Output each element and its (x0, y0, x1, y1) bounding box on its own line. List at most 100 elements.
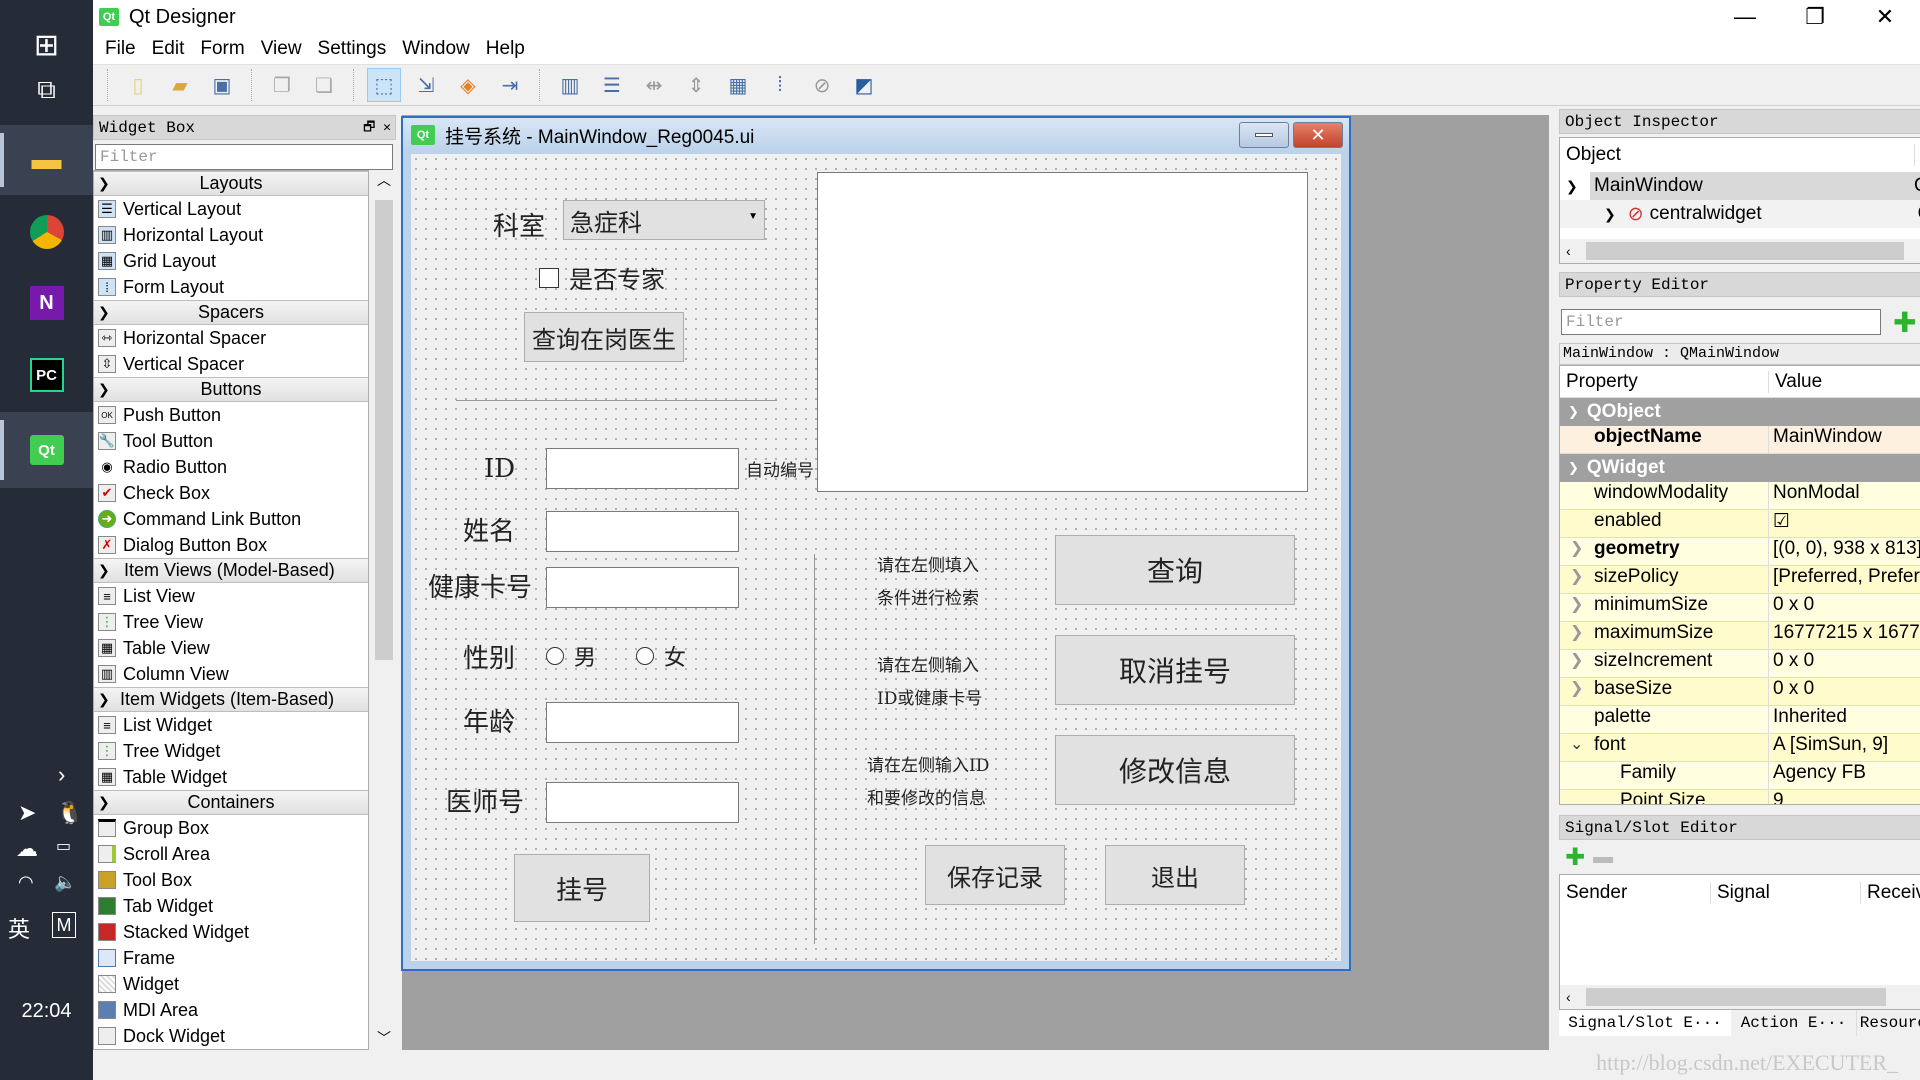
gender-female-radio[interactable]: 女 (636, 640, 686, 672)
property-value[interactable]: [(0, 0), 938 x 813] (1768, 538, 1920, 565)
qq-icon[interactable]: 🐧 (56, 800, 83, 826)
paper-plane-icon[interactable]: ➤ (18, 800, 36, 826)
connections-horizontal-scrollbar[interactable]: ‹› (1560, 985, 1920, 1009)
widget-list-widget[interactable]: ≡ List Widget (94, 712, 368, 738)
widget-column-view[interactable]: ▥ Column View (94, 661, 368, 687)
widget-tree-widget[interactable]: ⋮ Tree Widget (94, 738, 368, 764)
cancel-registration-button[interactable]: 取消挂号 (1055, 635, 1295, 705)
clock[interactable]: 22:04 (0, 1000, 93, 1023)
widget-list-view[interactable]: ≡ List View (94, 583, 368, 609)
break-layout-icon[interactable]: ⊘ (805, 68, 839, 102)
property-row[interactable]: ❯ sizePolicy [Preferred, Preferred, ... (1560, 566, 1920, 594)
widget-stacked-widget[interactable]: Stacked Widget (94, 919, 368, 945)
gender-male-radio[interactable]: 男 (546, 640, 596, 672)
ime-language-indicator[interactable]: 英 (8, 912, 30, 944)
property-row[interactable]: ❯ sizeIncrement 0 x 0 (1560, 650, 1920, 678)
open-folder-icon[interactable]: ▰ (163, 68, 197, 102)
property-row[interactable]: Point Size 9 (1560, 790, 1920, 804)
add-dynamic-property-icon[interactable]: ✚ (1893, 306, 1916, 339)
widget-form-layout[interactable]: ⁞ Form Layout (94, 274, 368, 300)
health-card-input[interactable] (546, 567, 739, 608)
tab-action-editor[interactable]: Action E··· (1731, 1010, 1857, 1036)
widget-command-link-button[interactable]: ➜ Command Link Button (94, 506, 368, 532)
widget-check-box[interactable]: ✔ Check Box (94, 480, 368, 506)
column-signal[interactable]: Signal (1710, 882, 1860, 904)
column-object[interactable]: Object (1560, 144, 1914, 166)
property-value[interactable]: 16777215 x 16777215 (1768, 622, 1920, 649)
add-connection-icon[interactable]: ✚ (1565, 843, 1585, 872)
menu-file[interactable]: File (97, 38, 144, 60)
id-input[interactable] (546, 448, 739, 489)
category-buttons[interactable]: ❯ Buttons (94, 377, 368, 402)
chevron-right-icon[interactable]: ❯ (1570, 622, 1583, 642)
widget-grid-layout[interactable]: ▦ Grid Layout (94, 248, 368, 274)
widget-mdi-area[interactable]: MDI Area (94, 997, 368, 1023)
property-row[interactable]: ❯ minimumSize 0 x 0 (1560, 594, 1920, 622)
exit-button[interactable]: 退出 (1105, 845, 1245, 905)
menu-window[interactable]: Window (394, 38, 478, 60)
tab-signal-slot-editor[interactable]: Signal/Slot E··· (1559, 1010, 1731, 1036)
radio-circle[interactable] (546, 647, 564, 665)
widget-tool-button[interactable]: 🔧 Tool Button (94, 428, 368, 454)
layout-vertical-splitter-icon[interactable]: ⇕ (679, 68, 713, 102)
menu-view[interactable]: View (253, 38, 310, 60)
property-row[interactable]: windowModality NonModal (1560, 482, 1920, 510)
menu-help[interactable]: Help (478, 38, 533, 60)
tree-horizontal-scrollbar[interactable]: ‹› (1560, 239, 1920, 263)
widget-group-box[interactable]: Group Box (94, 815, 368, 841)
category-spacers[interactable]: ❯ Spacers (94, 300, 368, 325)
checkbox-box[interactable] (539, 267, 559, 288)
menu-edit[interactable]: Edit (144, 38, 193, 60)
widget-tree-view[interactable]: ⋮ Tree View (94, 609, 368, 635)
ime-mode-indicator[interactable]: M (52, 912, 76, 938)
widget-horizontal-spacer[interactable]: ⇿ Horizontal Spacer (94, 325, 368, 351)
chevron-down-icon[interactable]: ❯ (1568, 404, 1579, 420)
widget-radio-button[interactable]: ◉ Radio Button (94, 454, 368, 480)
property-row[interactable]: ⌄ font A [SimSun, 9] (1560, 734, 1920, 762)
property-value[interactable]: Agency FB (1768, 762, 1920, 789)
send-to-back-icon[interactable]: ❐ (265, 68, 299, 102)
edit-tab-order-icon[interactable]: ⇥ (493, 68, 527, 102)
chevron-right-icon[interactable]: ❯ (1570, 538, 1583, 558)
widget-vertical-spacer[interactable]: ⇳ Vertical Spacer (94, 351, 368, 377)
widget-vertical-layout[interactable]: ☰ Vertical Layout (94, 196, 368, 222)
column-value[interactable]: Value (1768, 370, 1822, 393)
wifi-icon[interactable]: ◠ (18, 872, 34, 893)
name-input[interactable] (546, 511, 739, 552)
property-value[interactable]: MainWindow (1768, 426, 1920, 453)
tray-expand-icon[interactable]: › (58, 762, 65, 788)
edit-buddies-icon[interactable]: ◈ (451, 68, 485, 102)
category-item-widgets[interactable]: ❯ Item Widgets (Item-Based) (94, 687, 368, 712)
layout-form-icon[interactable]: ⁞ (763, 68, 797, 102)
onedrive-icon[interactable]: ☁ (16, 836, 38, 862)
property-value[interactable]: A [SimSun, 9] (1768, 734, 1920, 761)
column-receiver[interactable]: Receiver (1860, 882, 1920, 904)
property-value[interactable]: NonModal (1768, 482, 1920, 509)
property-row[interactable]: Family Agency FB (1560, 762, 1920, 790)
pycharm-icon[interactable]: PC (0, 340, 93, 410)
tree-row-mainwindow[interactable]: ❯ MainWindow QMainW (1566, 172, 1920, 200)
property-row[interactable]: ❯ baseSize 0 x 0 (1560, 678, 1920, 706)
property-filter-input[interactable]: Filter (1561, 309, 1881, 335)
onenote-icon[interactable]: N (0, 268, 93, 338)
new-file-icon[interactable]: ▯ (121, 68, 155, 102)
form-close-button[interactable]: ✕ (1293, 122, 1343, 148)
column-class[interactable]: Class (1914, 144, 1920, 166)
scroll-up-icon[interactable]: ︿ (372, 170, 396, 190)
property-value[interactable]: ☑ (1768, 510, 1920, 537)
chrome-icon[interactable] (0, 197, 93, 267)
toolbar-handle[interactable] (107, 69, 109, 101)
widget-table-view[interactable]: ▦ Table View (94, 635, 368, 661)
widget-tool-box[interactable]: Tool Box (94, 867, 368, 893)
chevron-down-icon[interactable]: ⌄ (1570, 734, 1583, 754)
widget-table-widget[interactable]: ▦ Table Widget (94, 764, 368, 790)
chevron-down-icon[interactable]: ❯ (1566, 178, 1578, 195)
column-sender[interactable]: Sender (1560, 882, 1710, 904)
tree-row-centralwidget[interactable]: ❯ ⊘ centralwidget QWi (1560, 200, 1920, 228)
layout-horizontal-splitter-icon[interactable]: ⇹ (637, 68, 671, 102)
minimize-button[interactable]: — (1710, 0, 1780, 34)
category-item-views[interactable]: ❯ Item Views (Model-Based) (94, 558, 368, 583)
save-record-button[interactable]: 保存记录 (925, 845, 1065, 905)
form-minimize-button[interactable] (1239, 122, 1289, 148)
widget-horizontal-layout[interactable]: ▥ Horizontal Layout (94, 222, 368, 248)
